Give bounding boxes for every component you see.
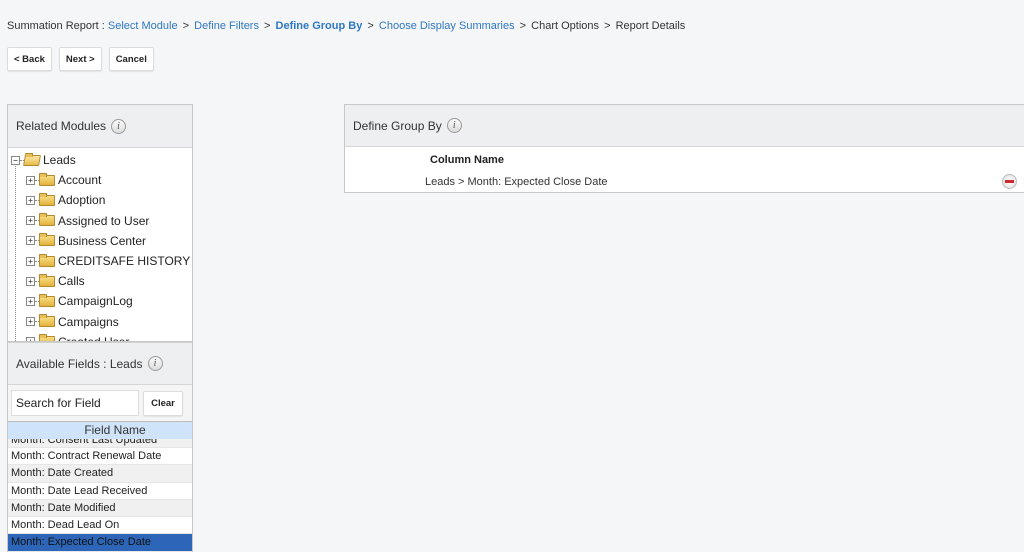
define-group-by-header: Define Group By i [345,105,1024,147]
folder-icon [39,233,55,247]
define-group-by-panel: Define Group By i Column Name Leads > Mo… [344,104,1024,193]
tree-node-assigned-to-user[interactable]: + Assigned to User [8,211,192,231]
available-fields-title: Available Fields : Leads [16,356,143,371]
folder-icon [39,172,55,186]
tree-node-label[interactable]: Business Center [58,234,146,248]
tree-node-created-user[interactable]: + Created User [8,332,192,341]
tree-node-label[interactable]: Adoption [58,193,105,207]
expand-icon[interactable]: + [26,236,35,246]
breadcrumb-separator: > [182,20,190,32]
field-row[interactable]: Month: Contract Renewal Date [8,448,192,466]
folder-icon [39,273,55,287]
related-modules-title: Related Modules [16,119,107,133]
tree-node-label[interactable]: Assigned to User [58,214,149,228]
expand-icon[interactable]: + [26,317,35,327]
breadcrumb-select-module[interactable]: Select Module [108,20,178,32]
available-fields-panel: Available Fields : Leads i Clear Field N… [7,341,193,552]
breadcrumb-separator: > [604,20,611,32]
info-icon[interactable]: i [147,356,163,371]
breadcrumb: Summation Report : Select Module > Defin… [7,20,685,32]
group-by-column-value: Leads > Month: Expected Close Date [425,176,608,188]
tree-node-campaigns[interactable]: + Campaigns [8,312,192,332]
expand-icon[interactable]: + [26,175,35,185]
wizard-toolbar: < Back Next > Cancel [7,47,154,71]
breadcrumb-prefix: Summation Report : [7,20,105,32]
tree-node-creditsafe-history[interactable]: + CREDITSAFE HISTORY [8,251,192,271]
breadcrumb-separator: > [519,20,527,32]
tree-node-label[interactable]: CREDITSAFE HISTORY [58,254,190,268]
folder-icon [39,213,55,227]
field-row[interactable]: Month: Date Modified [8,499,192,518]
folder-icon [39,314,55,328]
tree-node-campaignlog[interactable]: + CampaignLog [8,291,192,311]
tree-node-calls[interactable]: + Calls [8,271,192,291]
field-search-input[interactable] [11,390,139,416]
folder-icon [39,293,55,307]
breadcrumb-choose-display-summaries[interactable]: Choose Display Summaries [379,20,515,32]
field-row[interactable]: Month: Dead Lead On [8,517,192,535]
field-row-selected[interactable]: Month: Expected Close Date [8,534,192,552]
available-fields-header: Available Fields : Leads i [8,342,192,385]
field-search-bar: Clear [8,385,192,421]
field-list: Month: Consent Last Updated Month: Contr… [8,439,192,552]
collapse-icon[interactable]: − [11,155,20,165]
breadcrumb-define-filters[interactable]: Define Filters [194,20,259,32]
field-row[interactable]: Month: Date Created [8,465,192,483]
breadcrumb-separator: > [264,20,271,32]
field-row[interactable]: Month: Date Lead Received [8,482,192,500]
folder-open-icon [23,154,41,166]
tree-node-leads[interactable]: − Leads [8,150,192,170]
define-group-by-title: Define Group By [353,118,442,133]
field-row[interactable]: Month: Consent Last Updated [8,439,192,448]
tree-node-adoption[interactable]: + Adoption [8,190,192,210]
info-icon[interactable]: i [446,118,462,133]
field-name-column-header[interactable]: Field Name [8,421,192,439]
cancel-button[interactable]: Cancel [108,47,154,71]
tree-node-label[interactable]: Campaigns [58,315,119,329]
tree-node-label[interactable]: Calls [58,274,85,288]
related-modules-header: Related Modules i [8,105,192,148]
breadcrumb-define-group-by: Define Group By [275,20,363,32]
tree-node-label[interactable]: Leads [43,153,76,167]
breadcrumb-chart-options: Chart Options [531,20,600,32]
expand-icon[interactable]: + [26,296,35,306]
tree-node-label[interactable]: CampaignLog [58,294,133,308]
expand-icon[interactable]: + [26,256,35,266]
breadcrumb-report-details: Report Details [615,20,686,32]
expand-icon[interactable]: + [26,276,35,286]
info-icon[interactable]: i [111,118,127,134]
module-tree: − Leads + Account + Adoption + Assigned … [8,148,192,341]
breadcrumb-separator: > [367,20,374,32]
remove-icon[interactable] [1002,174,1017,189]
folder-icon [39,192,55,206]
folder-icon [39,253,55,267]
expand-icon[interactable]: + [26,195,35,205]
tree-node-business-center[interactable]: + Business Center [8,231,192,251]
next-button[interactable]: Next > [58,47,102,71]
expand-icon[interactable]: + [26,216,35,226]
group-by-row: Leads > Month: Expected Close Date [345,173,1024,193]
tree-node-label[interactable]: Account [58,173,101,187]
clear-search-button[interactable]: Clear [143,390,183,416]
related-modules-panel: Related Modules i − Leads + Account + Ad… [7,104,193,342]
tree-node-account[interactable]: + Account [8,170,192,190]
column-name-header: Column Name [430,154,504,166]
back-button[interactable]: < Back [7,47,52,71]
